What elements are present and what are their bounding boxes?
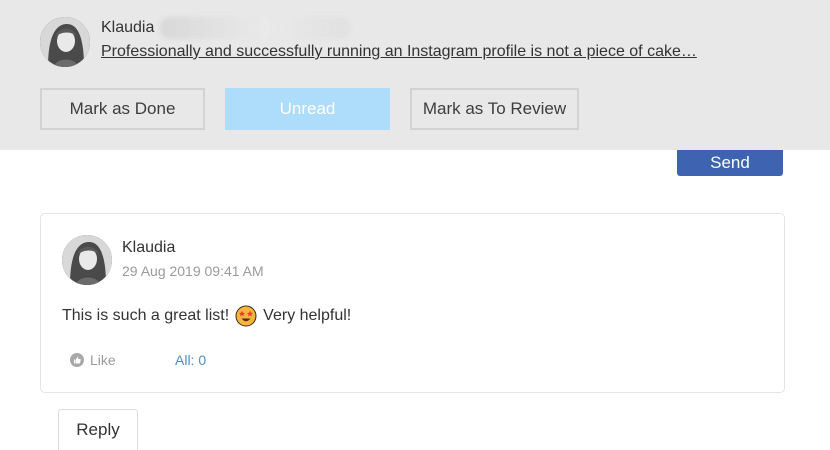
- notification-header: Klaudia Professionally and successfully …: [0, 0, 830, 150]
- post-title-link[interactable]: Professionally and successfully running …: [101, 43, 697, 61]
- redacted-surname: [160, 17, 350, 39]
- like-button[interactable]: Like: [70, 352, 116, 368]
- avatar: [62, 235, 112, 285]
- comment-timestamp: 29 Aug 2019 09:41 AM: [122, 263, 264, 279]
- comment-card: Klaudia 29 Aug 2019 09:41 AM This is suc…: [40, 213, 785, 393]
- star-struck-emoji-icon: [235, 305, 257, 327]
- comment-author: Klaudia: [122, 239, 176, 256]
- thumbs-up-icon: [70, 353, 84, 367]
- unread-button[interactable]: Unread: [225, 88, 390, 130]
- mark-as-done-button[interactable]: Mark as Done: [40, 88, 205, 130]
- mark-as-to-review-button[interactable]: Mark as To Review: [410, 88, 579, 130]
- comment-text-end: Very helpful!: [263, 307, 352, 324]
- like-label: Like: [90, 352, 116, 368]
- comment-text: This is such a great list! Very helpful!: [62, 305, 351, 327]
- send-button[interactable]: Send: [677, 150, 783, 176]
- reactions-count-link[interactable]: All: 0: [175, 352, 206, 368]
- author-name: Klaudia: [101, 19, 155, 36]
- reply-button[interactable]: Reply: [58, 409, 138, 450]
- comment-text-start: This is such a great list!: [62, 307, 230, 324]
- avatar: [40, 17, 90, 67]
